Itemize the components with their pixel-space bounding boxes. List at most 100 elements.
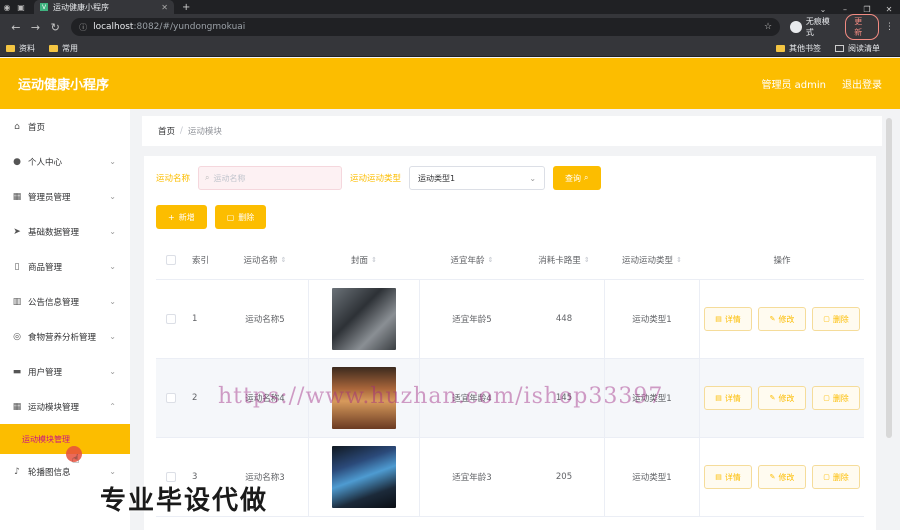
breadcrumb-separator: / [180, 126, 183, 136]
detail-button[interactable]: ▤ 详情 [704, 465, 752, 489]
sidebar-item-home[interactable]: ⌂ 首页 [0, 109, 130, 144]
header-name[interactable]: 运动名称 ⇕ [222, 254, 308, 266]
header-label: 运动运动类型 [622, 255, 674, 266]
chevron-up-icon: ⌃ [109, 402, 116, 411]
browser-tab-active[interactable]: V 运动健康小程序 ✕ [34, 0, 174, 14]
edit-button[interactable]: ✎ 修改 [758, 465, 806, 489]
info-icon[interactable]: ⓘ [79, 22, 87, 33]
new-tab-icon[interactable]: + [182, 0, 190, 14]
edit-button[interactable]: ✎ 修改 [758, 386, 806, 410]
sidebar-item-personal[interactable]: ● 个人中心 ⌄ [0, 144, 130, 179]
row-type: 运动类型1 [604, 438, 700, 516]
incognito-indicator[interactable]: 无痕模式 [790, 16, 837, 38]
bookmark-folder-0[interactable]: 资料 [6, 43, 35, 54]
minimize-icon[interactable]: – [834, 5, 856, 14]
search-icon: ⌕ [584, 173, 589, 182]
name-search-placeholder: 运动名称 [213, 173, 246, 183]
cover-image[interactable] [332, 288, 396, 350]
row-age: 适宜年龄4 [452, 394, 492, 404]
chevron-down-icon: ⌄ [109, 192, 116, 201]
chevron-down-icon: ⌄ [529, 173, 537, 183]
bookmark-folder-1[interactable]: 常用 [49, 43, 78, 54]
sort-icon[interactable]: ⇕ [488, 256, 494, 264]
other-bookmarks[interactable]: 其他书签 [776, 43, 821, 54]
detail-button[interactable]: ▤ 详情 [704, 307, 752, 331]
chevron-down-icon: ⌄ [109, 262, 116, 271]
sidebar-item-base-data[interactable]: ➤ 基础数据管理 ⌄ [0, 214, 130, 249]
sort-icon[interactable]: ⇕ [584, 256, 590, 264]
type-select[interactable]: 运动类型1 ⌄ [409, 166, 546, 190]
row-checkbox[interactable] [166, 314, 176, 324]
incognito-icon [790, 21, 802, 33]
maximize-icon[interactable]: ❐ [856, 5, 878, 14]
header-cover[interactable]: 封面 ⇕ [308, 254, 420, 266]
plus-icon: + [168, 212, 175, 222]
sidebar-item-sports[interactable]: ▦ 运动模块管理 ⌃ [0, 389, 130, 424]
browser-tab-title: 运动健康小程序 [53, 2, 109, 12]
update-button[interactable]: 更新 [845, 14, 880, 40]
sidebar-item-label: 轮播图信息 [28, 467, 71, 478]
back-icon[interactable]: ← [6, 21, 26, 34]
breadcrumb-current: 运动模块 [187, 127, 222, 137]
header-age[interactable]: 适宜年龄 ⇕ [420, 254, 524, 266]
search-button[interactable]: 查询 ⌕ [553, 166, 601, 190]
delete-button[interactable]: ▢ 删除 [812, 386, 860, 410]
edit-label: 修改 [778, 314, 795, 324]
forward-icon[interactable]: → [26, 21, 46, 34]
batch-delete-button[interactable]: ▢ 删除 [214, 205, 267, 229]
reading-list[interactable]: 阅读清单 [835, 43, 880, 54]
cover-image[interactable] [332, 446, 396, 508]
sports-table: 索引 运动名称 ⇕ 封面 ⇕ 适宜年龄 ⇕ 消耗卡路里 ⇕ 运动运动类型 ⇕ 操作 1 运… [156, 240, 864, 517]
delete-button[interactable]: ▢ 删除 [812, 465, 860, 489]
row-checkbox[interactable] [166, 393, 176, 403]
sort-icon[interactable]: ⇕ [676, 256, 682, 264]
trash-icon: ▢ [823, 315, 830, 323]
compass-icon: ◎ [13, 331, 21, 342]
chevron-down-icon: ⌄ [109, 297, 116, 306]
breadcrumb-home[interactable]: 首页 [158, 125, 175, 137]
sidebar-item-goods[interactable]: ▯ 商品管理 ⌄ [0, 249, 130, 284]
sidebar-subitem-sports-manage[interactable]: 运动模块管理 [0, 424, 130, 454]
cover-image[interactable] [332, 367, 396, 429]
reload-icon[interactable]: ↻ [45, 21, 65, 34]
header-calories[interactable]: 消耗卡路里 ⇕ [524, 254, 604, 266]
sort-icon[interactable]: ⇕ [371, 256, 377, 264]
sidebar-item-food[interactable]: ◎ 食物营养分析管理 ⌄ [0, 319, 130, 354]
url-input[interactable]: ⓘ localhost:8082/#/yundongmokuai ☆ [71, 18, 781, 36]
add-button[interactable]: + 新增 [156, 205, 207, 229]
delete-button[interactable]: ▢ 删除 [812, 307, 860, 331]
sidebar-item-admins[interactable]: ▦ 管理员管理 ⌄ [0, 179, 130, 214]
close-tab-icon[interactable]: ✕ [161, 3, 168, 12]
row-calories: 448 [555, 314, 573, 324]
sidebar-item-users[interactable]: ▬ 用户管理 ⌄ [0, 354, 130, 389]
name-search-input[interactable]: ⌕ 运动名称 [198, 166, 343, 190]
sort-icon[interactable]: ⇕ [281, 256, 287, 264]
more-icon[interactable]: ⋮ [885, 22, 894, 32]
edit-label: 修改 [778, 472, 795, 482]
globe-icon[interactable]: ◉ [0, 0, 14, 14]
type-filter-label: 运动运动类型 [350, 174, 402, 184]
bookmark-star-icon[interactable]: ☆ [764, 22, 772, 32]
delete-label: 删除 [832, 472, 849, 482]
app-header: 运动健康小程序 管理员 admin 退出登录 [0, 58, 900, 109]
close-window-icon[interactable]: ✕ [878, 5, 900, 14]
bookmark-label: 其他书签 [789, 43, 821, 53]
logout-link[interactable]: 退出登录 [842, 76, 882, 91]
header-ops: 操作 [773, 255, 791, 266]
header-type[interactable]: 运动运动类型 ⇕ [604, 254, 700, 266]
select-all-checkbox[interactable] [166, 254, 176, 265]
sidebar-item-notices[interactable]: ▥ 公告信息管理 ⌄ [0, 284, 130, 319]
select-all-cell [156, 254, 186, 265]
breadcrumb: 首页 / 运动模块 [142, 116, 882, 146]
row-calories: 145 [555, 393, 573, 403]
page-scrollbar[interactable] [886, 118, 892, 438]
header-label: 封面 [351, 255, 369, 266]
edit-button[interactable]: ✎ 修改 [758, 307, 806, 331]
address-bar: ← → ↻ ⓘ localhost:8082/#/yundongmokuai ☆… [0, 14, 900, 40]
reading-list-icon [835, 44, 844, 52]
sheet-tab-icon[interactable]: ▣ [14, 0, 28, 14]
detail-button[interactable]: ▤ 详情 [704, 386, 752, 410]
chevron-down-icon[interactable]: ⌄ [812, 5, 834, 14]
row-checkbox-cell [156, 280, 186, 358]
edit-icon: ✎ [769, 315, 776, 323]
